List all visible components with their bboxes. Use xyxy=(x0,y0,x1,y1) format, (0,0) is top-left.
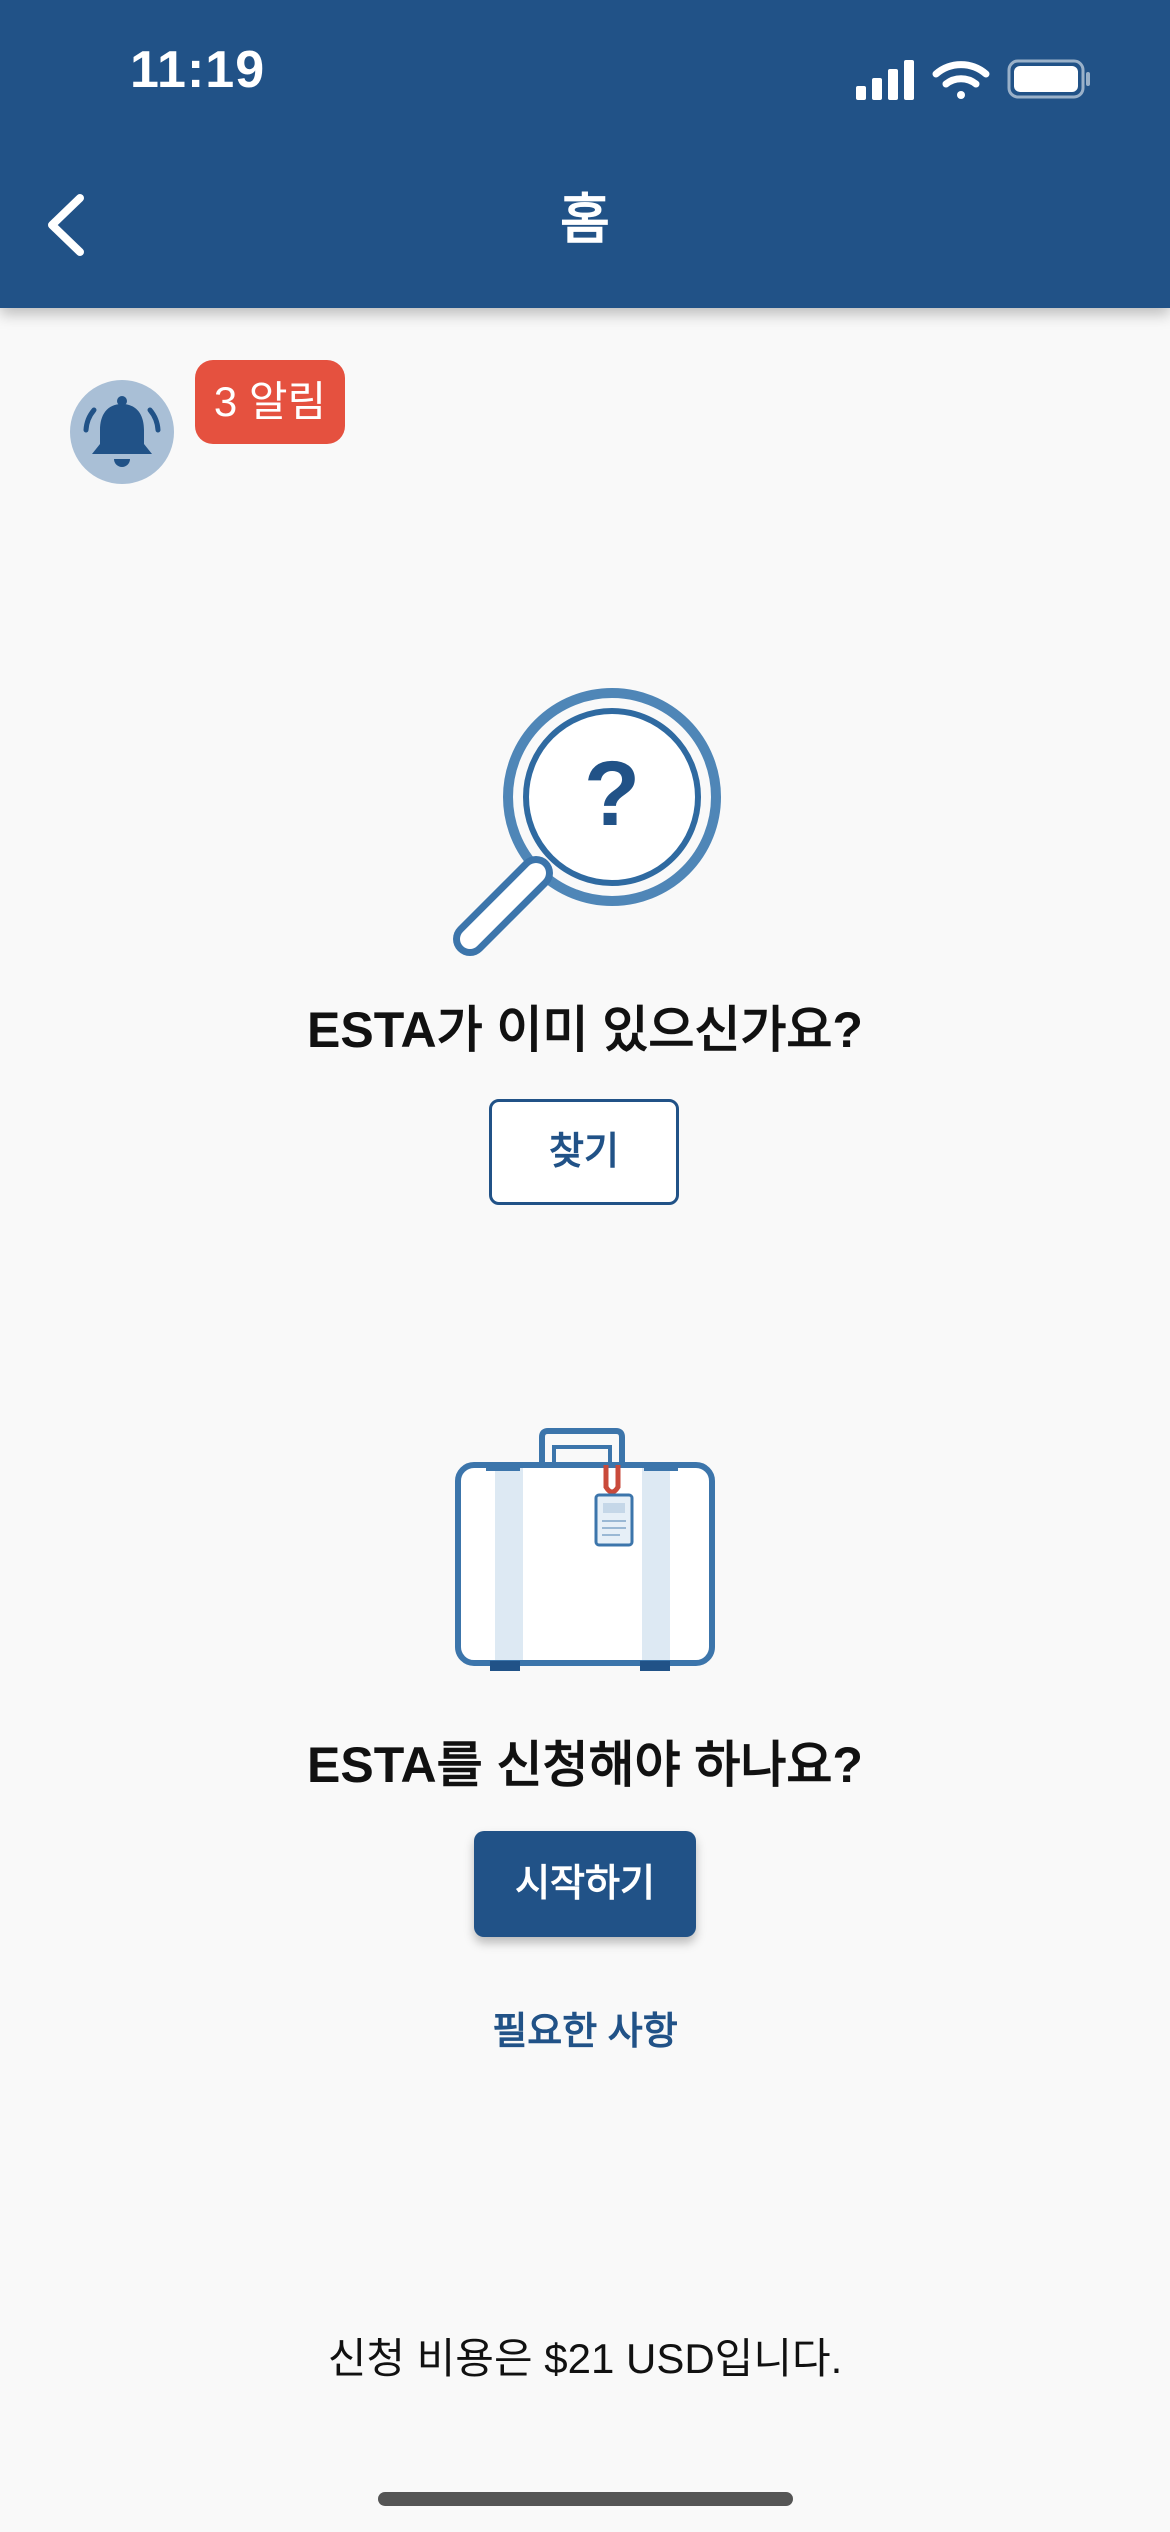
top-bar: 11:19 홈 xyxy=(0,0,1170,308)
status-time: 11:19 xyxy=(130,41,266,99)
magnifier-question-icon: ? xyxy=(453,688,721,956)
svg-text:?: ? xyxy=(584,743,640,845)
bell-icon xyxy=(83,396,161,467)
find-button[interactable]: 찾기 xyxy=(489,1099,679,1205)
signal-icon xyxy=(856,60,914,100)
home-indicator[interactable] xyxy=(378,2492,793,2506)
alert-count-badge[interactable]: 3 알림 xyxy=(195,360,345,444)
start-button[interactable]: 시작하기 xyxy=(474,1831,696,1937)
status-icons xyxy=(856,59,1090,100)
wifi-icon xyxy=(932,61,990,99)
fee-notice: 신청 비용은 $21 USD입니다. xyxy=(327,2335,843,2382)
app-screen: 11:19 홈 3 알림 ? ESTA가 이미 있으신가요? 찾기 ESTA를 … xyxy=(0,0,1170,2532)
page-title: 홈 xyxy=(560,190,610,250)
suitcase-icon xyxy=(455,1428,715,1671)
lookup-heading: ESTA가 이미 있으신가요? xyxy=(307,1002,863,1058)
requirements-link[interactable]: 필요한 사항 xyxy=(0,2000,1170,2055)
battery-icon xyxy=(1007,59,1090,99)
apply-heading: ESTA를 신청해야 하나요? xyxy=(307,1737,863,1793)
notifications-button[interactable] xyxy=(70,380,174,484)
